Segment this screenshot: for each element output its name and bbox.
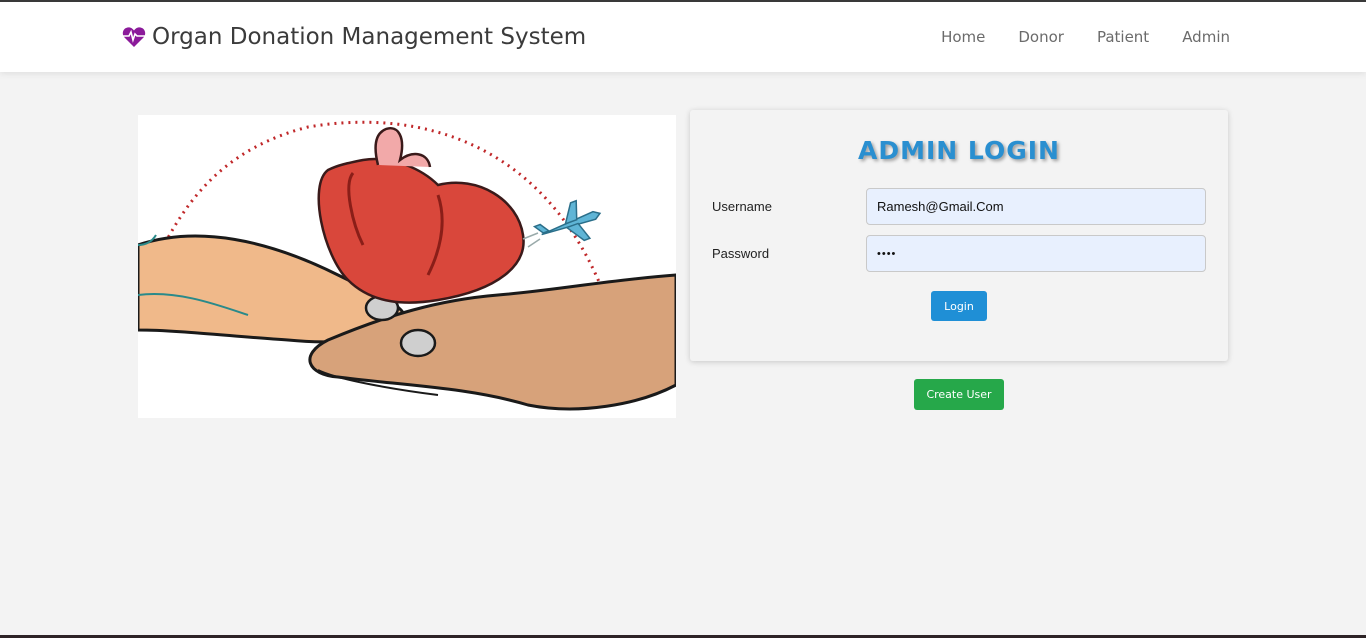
password-input[interactable]: ••••	[866, 235, 1206, 272]
heartbeat-icon	[122, 26, 146, 48]
brand-title: Organ Donation Management System	[152, 24, 587, 50]
nav-patient[interactable]: Patient	[1097, 26, 1149, 48]
brand[interactable]: Organ Donation Management System	[122, 22, 586, 52]
hero-illustration	[138, 115, 676, 418]
nav-admin[interactable]: Admin	[1182, 26, 1230, 48]
username-label: Username	[712, 199, 772, 214]
password-label: Password	[712, 246, 770, 261]
admin-login-card: ADMIN LOGIN Username Ramesh@Gmail.Com Pa…	[690, 110, 1228, 361]
username-input[interactable]: Ramesh@Gmail.Com	[866, 188, 1206, 225]
nav-donor[interactable]: Donor	[1018, 26, 1064, 48]
navbar: Organ Donation Management System Home Do…	[0, 2, 1366, 72]
login-button[interactable]: Login	[931, 291, 987, 321]
main-nav: Home Donor Patient Admin	[908, 26, 1230, 48]
nav-home[interactable]: Home	[941, 26, 985, 48]
login-title: ADMIN LOGIN	[858, 136, 1060, 165]
create-user-button[interactable]: Create User	[914, 379, 1004, 410]
